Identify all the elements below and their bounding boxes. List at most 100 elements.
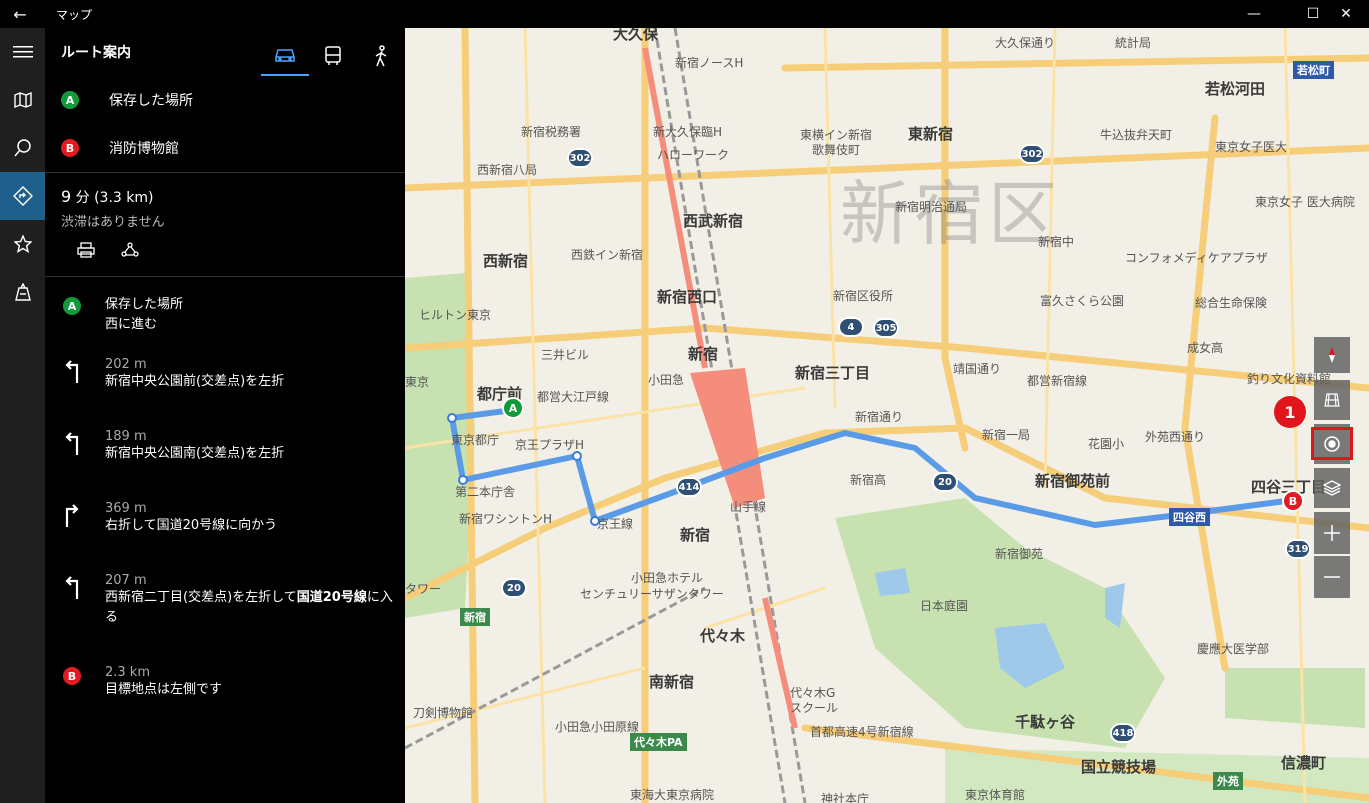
minus-icon — [1324, 576, 1340, 578]
map-label: 新宿区役所 — [833, 289, 894, 303]
favorites-star-icon[interactable] — [0, 220, 45, 268]
step-distance: 202 m — [105, 357, 147, 372]
map-label: 総合生命保険 — [1195, 296, 1268, 310]
transit-mode-tab[interactable] — [309, 36, 357, 76]
map-label: 新大久保臨H — [653, 125, 723, 139]
map-label: スクール — [790, 701, 839, 715]
route-minutes: 9 — [61, 187, 72, 206]
highway-sign: 外苑 — [1213, 772, 1243, 790]
bus-icon — [325, 46, 341, 65]
map-label: 牛込抜弁天町 — [1100, 128, 1173, 142]
zoom-out-button[interactable] — [1314, 556, 1350, 598]
title-bar: ← マップ — ☐ ✕ — [0, 0, 1369, 28]
hamburger-menu-icon[interactable] — [0, 28, 45, 76]
window-title: マップ — [56, 7, 93, 22]
nav-rail — [0, 28, 45, 803]
share-icon[interactable] — [121, 242, 139, 262]
step-turn-2[interactable]: 189 m 新宿中央公園南(交差点)を左折 — [45, 429, 405, 501]
annotation-badge: 1 — [1274, 396, 1306, 428]
panel-header: ルート案内 — [45, 28, 405, 76]
map-label: ヒルトン東京 — [419, 308, 492, 322]
panel-title: ルート案内 — [61, 45, 131, 61]
map-layers-icon[interactable] — [1314, 468, 1350, 508]
intersection-sign: 若松町 — [1293, 61, 1334, 79]
intersection-sign: 四谷西 — [1169, 508, 1210, 526]
step-arrive[interactable]: B 2.3 km 目標地点は左側です — [45, 665, 405, 725]
step-turn-1[interactable]: 202 m 新宿中央公園前(交差点)を左折 — [45, 357, 405, 429]
map-label: 代々木 — [700, 627, 746, 645]
highlight-box — [1311, 427, 1353, 460]
map-label: 東京女子 医大病院 — [1255, 195, 1355, 209]
collections-icon[interactable] — [0, 268, 45, 316]
map-label: 大久保通り — [995, 36, 1056, 50]
map-label: 西新宿 — [483, 252, 529, 270]
route-summary: 9 分 (3.3 km) 渋滞はありません — [45, 173, 405, 276]
tilt-3d-icon[interactable] — [1314, 380, 1350, 420]
map-label: 富久さくら公園 — [1040, 294, 1125, 308]
route-shield: 20 — [932, 472, 958, 492]
step-distance: 369 m — [105, 501, 147, 516]
print-icon[interactable] — [77, 242, 95, 262]
step-text: 右折して国道20号線に向かう — [105, 518, 278, 533]
map-label: 西新宿八局 — [477, 163, 538, 177]
map-label: 新宿西口 — [657, 288, 718, 306]
map-label: 統計局 — [1115, 36, 1152, 50]
map-label: 都営新宿線 — [1027, 374, 1088, 388]
minimize-icon[interactable]: — — [1231, 0, 1277, 28]
map-label: 信濃町 — [1281, 754, 1327, 772]
directions-icon[interactable] — [0, 172, 45, 220]
map-label: 外苑西通り — [1145, 430, 1206, 444]
compass-icon[interactable] — [1314, 337, 1350, 373]
marker-b-icon: B — [63, 667, 81, 685]
map-icon[interactable] — [0, 76, 45, 124]
route-distance: (3.3 km) — [94, 190, 154, 206]
highway-sign: 代々木PA — [630, 733, 687, 751]
step-distance: 207 m — [105, 573, 147, 588]
map-canvas[interactable]: 新宿区 大久保 新宿ノースH 大久保通り 統計局 若松河田 新宿税務署 新大久保… — [405, 28, 1369, 803]
step-turn-4[interactable]: 207 m 西新宿二丁目(交差点)を左折して国道20号線に入る — [45, 573, 405, 665]
map-label: コンフォメディケアプラザ — [1125, 251, 1268, 265]
turn-left-icon — [63, 575, 83, 603]
map-label: センチュリーサザンタワー — [580, 587, 724, 601]
route-shield: 302 — [567, 148, 593, 168]
close-icon[interactable]: ✕ — [1323, 0, 1369, 28]
zoom-in-button[interactable] — [1314, 512, 1350, 554]
back-arrow-icon[interactable]: ← — [0, 0, 40, 28]
turn-left-icon — [63, 359, 83, 387]
car-icon — [275, 49, 295, 62]
map-label: 成女高 — [1187, 341, 1224, 355]
step-start[interactable]: A 保存した場所 西に進む — [45, 295, 405, 357]
route-shield: 4 — [838, 317, 864, 337]
map-label: 大久保 — [613, 28, 659, 43]
search-icon[interactable] — [0, 124, 45, 172]
map-label: 花園小 — [1088, 437, 1125, 451]
step-turn-3[interactable]: 369 m 右折して国道20号線に向かう — [45, 501, 405, 573]
route-shield: 319 — [1285, 539, 1311, 559]
map-label: 日本庭園 — [920, 599, 969, 613]
walk-mode-tab[interactable] — [357, 36, 405, 76]
traffic-status: 渋滞はありません — [61, 215, 165, 230]
waypoint-b-label: 消防博物館 — [109, 141, 179, 157]
map-label: 三井ビル — [541, 348, 590, 362]
marker-a-icon[interactable]: A — [502, 397, 524, 419]
walk-icon — [375, 45, 387, 67]
map-label: 新宿高 — [850, 473, 887, 487]
drive-mode-tab[interactable] — [261, 36, 309, 76]
map-label: 西鉄イン新宿 — [571, 248, 644, 262]
step-distance: 189 m — [105, 429, 147, 444]
step-text: 西新宿二丁目(交差点)を左折して国道20号線に入る — [105, 590, 393, 625]
waypoint-b-row[interactable]: B 消防博物館 — [45, 124, 405, 172]
map-label: 新宿御苑 — [995, 547, 1044, 561]
waypoint-a-row[interactable]: A 保存した場所 — [45, 76, 405, 124]
map-label: 新宿通り — [855, 410, 904, 424]
marker-b-icon[interactable]: B — [1282, 490, 1304, 512]
step-text: 目標地点は左側です — [105, 682, 223, 697]
route-shield: 414 — [676, 477, 702, 497]
map-label: 京王線 — [597, 517, 634, 531]
map-label: 新宿三丁目 — [795, 364, 871, 382]
map-label: 小田急小田原線 — [555, 720, 640, 734]
map-label: 首都高速4号新宿線 — [810, 725, 914, 739]
map-label: 歌舞伎町 — [812, 143, 861, 157]
map-label: 千駄ヶ谷 — [1015, 713, 1076, 731]
map-label: タワー — [405, 582, 442, 596]
